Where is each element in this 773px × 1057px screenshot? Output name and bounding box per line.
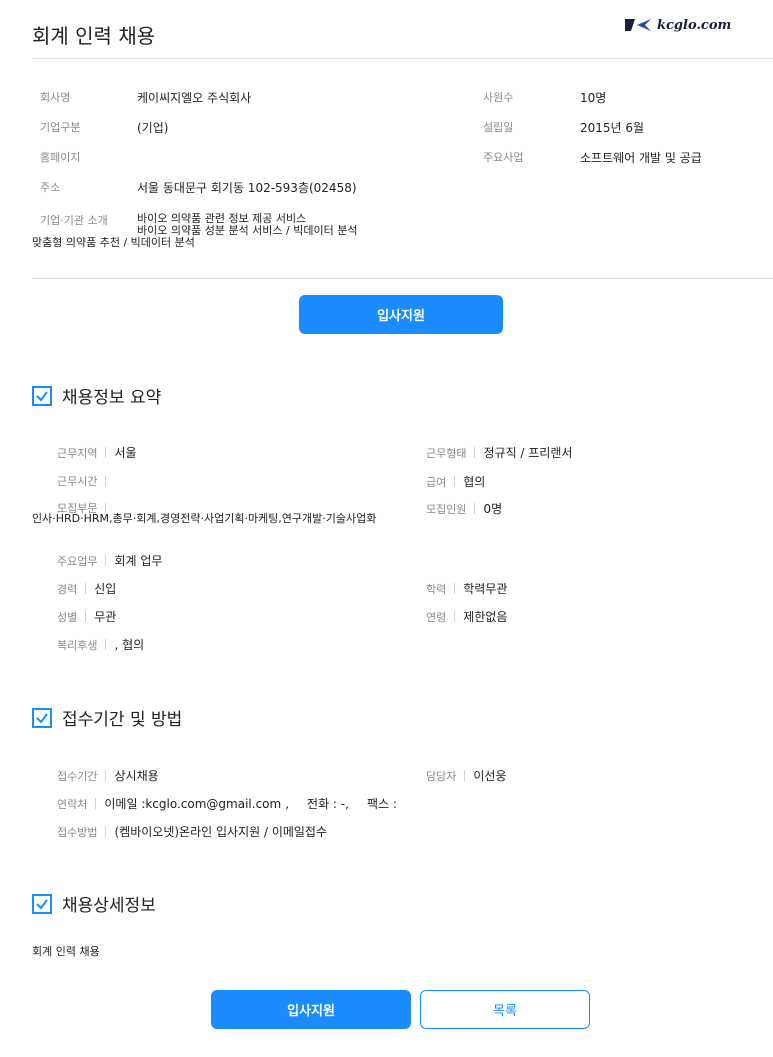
age-label: 연령 [426, 610, 447, 624]
region-row: 근무지역 서울 [57, 444, 137, 461]
duty-value: 회계 업무 [114, 554, 163, 568]
salary-label: 급여 [426, 475, 447, 489]
age-row: 연령 제한없음 [426, 608, 507, 625]
gender-label: 성별 [57, 610, 78, 624]
logo-text: kcglo.com [657, 17, 732, 33]
region-value: 서울 [114, 446, 137, 460]
email-link[interactable]: kcglo.com@gmail.com [145, 797, 281, 811]
homepage-label: 홈페이지 [40, 151, 81, 164]
fax-value: 팩스 : [366, 797, 397, 811]
phone-value: 전화 : -, [307, 797, 349, 811]
checkbox-icon [32, 707, 52, 728]
worktype-label: 근무형태 [426, 446, 467, 460]
founded-label: 설립일 [483, 121, 514, 134]
welfare-label: 복리후생 [57, 638, 98, 652]
duty-row: 주요업무 회계 업무 [57, 552, 162, 569]
apply-button[interactable]: 입사지원 [299, 295, 503, 334]
separator [105, 639, 107, 650]
separator [85, 611, 87, 622]
company-name-label: 회사명 [40, 91, 71, 104]
welfare-row: 복리후생 , 협의 [57, 636, 144, 653]
dept-value: 인사·HRD·HRM,총무·회계,경영전략·사업기획·마케팅,연구개발·기술사업… [32, 512, 377, 525]
company-type: (기업) [137, 121, 169, 135]
period-value: 상시채용 [114, 769, 159, 783]
separator [454, 611, 456, 622]
manager-row: 담당자 이선웅 [426, 767, 507, 784]
address: 서울 동대문구 회기동 102-593층(02458) [137, 181, 357, 195]
period-row: 접수기간 상시채용 [57, 767, 159, 784]
method-label: 접수방법 [57, 825, 98, 839]
separator [105, 555, 107, 566]
period-label: 접수기간 [57, 769, 98, 783]
manager-value: 이선웅 [473, 769, 507, 783]
divider [32, 58, 773, 59]
region-label: 근무지역 [57, 446, 98, 460]
logo-mark-icon [625, 17, 653, 33]
company-name: 케이씨지엘오 주식회사 [137, 91, 252, 105]
separator [454, 583, 456, 594]
separator [105, 475, 107, 487]
employees: 10명 [580, 91, 607, 105]
salary-row: 급여 협의 [426, 473, 485, 490]
age-value: 제한없음 [463, 610, 508, 624]
summary-section-header: 채용정보 요약 [32, 383, 161, 408]
separator [474, 503, 476, 514]
detail-body: 회계 인력 채용 [32, 945, 100, 958]
headcount-row: 모집인원 0명 [426, 500, 502, 517]
contact-row: 연락처 이메일 : kcglo.com@gmail.com , 전화 : -, … [57, 796, 397, 812]
education-label: 학력 [426, 582, 447, 596]
detail-section-header: 채용상세정보 [32, 891, 156, 916]
intro-line-3: 맞춤형 의약품 추천 / 빅데이터 분석 [32, 236, 195, 249]
headcount-value: 0명 [483, 502, 503, 516]
page-title: 회계 인력 채용 [32, 24, 156, 48]
worktype-row: 근무형태 정규직 / 프리랜서 [426, 444, 572, 461]
contact-label: 연락처 [57, 797, 88, 811]
list-button[interactable]: 목록 [420, 990, 590, 1029]
company-logo[interactable]: kcglo.com [625, 17, 731, 33]
reception-title: 접수기간 및 방법 [62, 710, 183, 730]
education-value: 학력무관 [463, 582, 508, 596]
separator [105, 447, 107, 458]
career-value: 신입 [94, 582, 117, 596]
checkbox-icon [32, 385, 52, 406]
gender-value: 무관 [94, 610, 117, 624]
headcount-label: 모집인원 [426, 502, 467, 516]
gender-row: 성별 무관 [57, 608, 116, 625]
separator [105, 826, 107, 837]
manager-label: 담당자 [426, 769, 457, 783]
address-label: 주소 [40, 181, 61, 194]
employees-label: 사원수 [483, 91, 514, 104]
education-row: 학력 학력무관 [426, 580, 507, 597]
detail-title: 채용상세정보 [62, 896, 156, 916]
divider [32, 278, 773, 279]
duty-label: 주요업무 [57, 554, 98, 568]
company-type-label: 기업구분 [40, 121, 81, 134]
method-row: 접수방법 (켐바이오넷)온라인 입사지원 / 이메일접수 [57, 823, 327, 840]
founded: 2015년 6월 [580, 121, 645, 135]
separator [454, 476, 456, 487]
business-label: 주요사업 [483, 151, 524, 164]
footer-apply-button[interactable]: 입사지원 [211, 990, 411, 1029]
salary-value: 협의 [463, 475, 486, 489]
worktype-value: 정규직 / 프리랜서 [483, 446, 573, 460]
career-row: 경력 신입 [57, 580, 116, 597]
email-prefix: 이메일 : [104, 797, 146, 811]
separator [105, 770, 107, 781]
separator [474, 447, 476, 458]
business: 소프트웨어 개발 및 공급 [580, 151, 702, 165]
hours-label: 근무시간 [57, 475, 98, 488]
checkbox-icon [32, 893, 52, 914]
reception-section-header: 접수기간 및 방법 [32, 705, 182, 730]
career-label: 경력 [57, 582, 78, 596]
welfare-value: , 협의 [114, 638, 145, 652]
separator [464, 770, 466, 781]
method-value: (켐바이오넷)온라인 입사지원 / 이메일접수 [114, 825, 328, 839]
separator [85, 583, 87, 594]
separator [95, 798, 97, 809]
summary-title: 채용정보 요약 [62, 388, 162, 408]
hours-row: 근무시간 [57, 473, 114, 489]
intro-label: 기업·기관 소개 [40, 214, 108, 227]
